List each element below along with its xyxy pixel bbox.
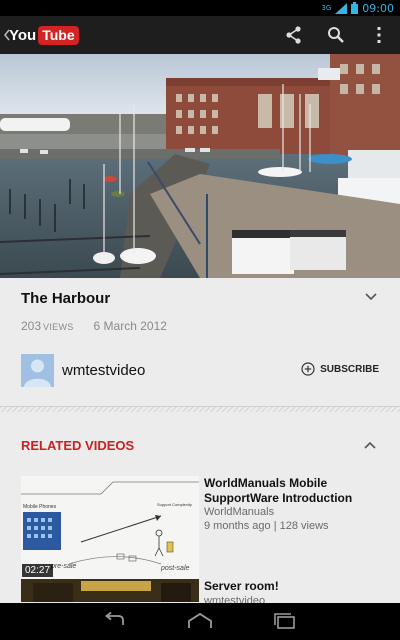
clock: 09:00 (362, 1, 394, 15)
youtube-logo[interactable]: You Tube (9, 25, 79, 45)
video-duration: 02:27 (22, 564, 54, 577)
home-icon[interactable] (186, 612, 214, 630)
thumb-text-support: Support Complexity (157, 502, 192, 507)
thumb-text-mobile-phones: Mobile Phones (23, 504, 57, 510)
logo-you-text: You (9, 26, 37, 44)
video-player[interactable] (0, 54, 400, 278)
battery-icon (351, 2, 359, 14)
search-icon[interactable] (326, 25, 346, 45)
related-video-title[interactable]: WorldManuals Mobile SupportWare Introduc… (204, 476, 374, 506)
expand-chevron-icon[interactable] (364, 292, 378, 302)
related-videos-heading: RELATED VIDEOS (21, 438, 135, 453)
back-icon[interactable] (101, 612, 129, 630)
related-video-meta: 9 months ago | 128 views (204, 520, 329, 532)
thumb-text-pre-sale: pre-sale (50, 563, 76, 570)
logo-tube-text: Tube (38, 25, 79, 45)
navigation-bar (0, 603, 400, 640)
views-label: VIEWS (43, 322, 74, 332)
signal-icon (335, 2, 348, 14)
status-bar: 3G 09:00 (0, 0, 400, 16)
network-type: 3G (321, 4, 332, 12)
share-icon[interactable] (284, 25, 304, 45)
collapse-chevron-icon[interactable] (364, 441, 376, 449)
subscribe-label: SUBSCRIBE (320, 363, 379, 375)
video-frame-image (0, 54, 400, 278)
subscribe-button[interactable]: SUBSCRIBE (301, 362, 379, 376)
upload-date: 6 March 2012 (93, 319, 167, 333)
add-circle-icon (301, 362, 315, 376)
default-avatar-icon (24, 359, 51, 387)
action-bar: You Tube (0, 16, 400, 54)
thumb-text-post-sale: post-sale (160, 565, 190, 572)
video-meta: 203 VIEWS 6 March 2012 (21, 319, 167, 333)
related-video-thumbnail-2[interactable] (21, 579, 199, 602)
section-divider (0, 406, 400, 412)
status-icons: 3G 09:00 (321, 1, 394, 15)
related-video-channel: WorldManuals (204, 506, 275, 518)
thumbnail-server-room-image (21, 579, 199, 602)
view-count: 203 (21, 319, 42, 333)
channel-avatar[interactable] (21, 354, 54, 387)
overflow-menu-icon[interactable] (369, 25, 389, 45)
video-title: The Harbour (21, 290, 111, 307)
related-video-title-2[interactable]: Server room! (204, 579, 374, 594)
channel-name[interactable]: wmtestvideo (62, 362, 145, 379)
recent-apps-icon[interactable] (271, 612, 299, 630)
